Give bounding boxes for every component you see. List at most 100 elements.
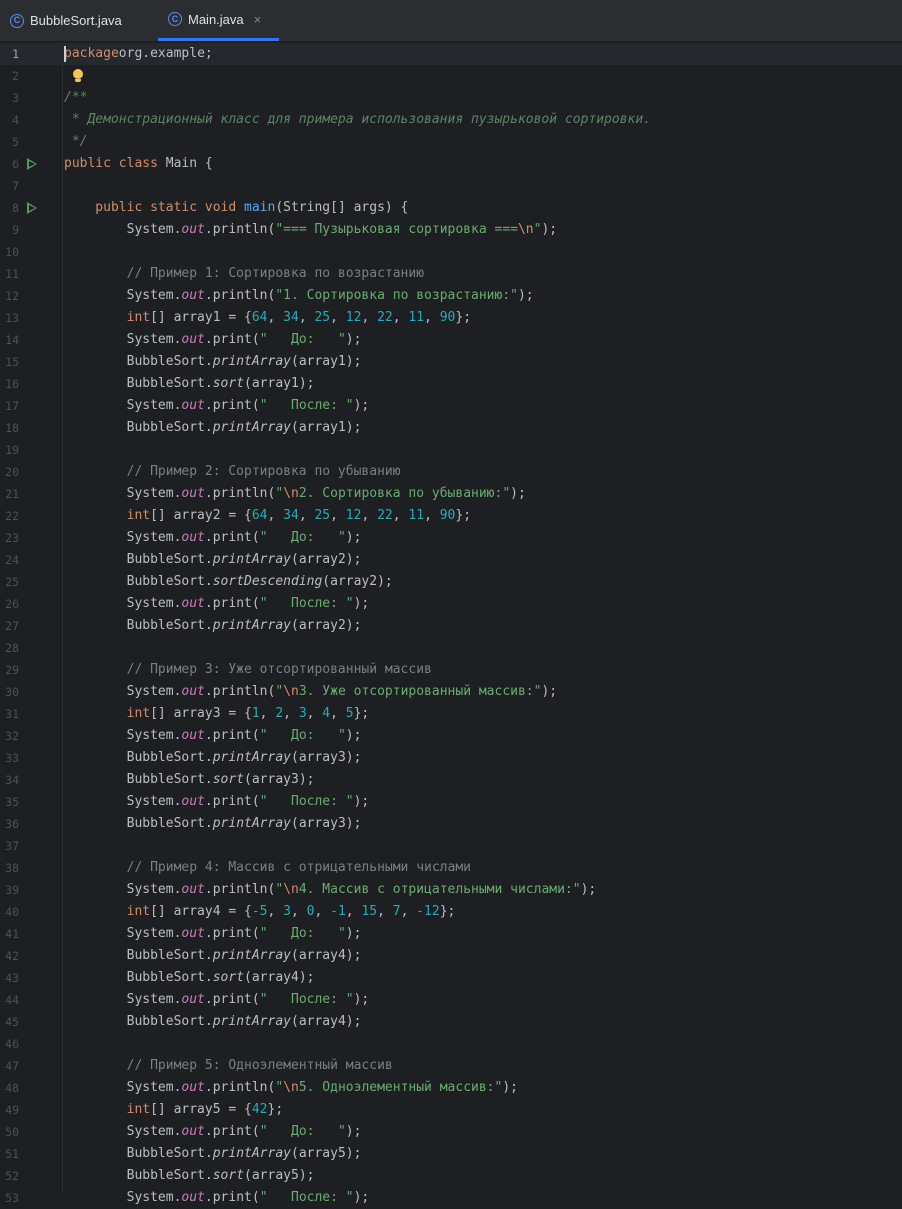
code-token: // Пример 2: Сортировка по убыванию	[64, 464, 401, 479]
code-line[interactable]: 12 System.out.println("1. Сортировка по …	[0, 285, 902, 307]
code-line[interactable]: 35 System.out.print(" После: ");	[0, 791, 902, 813]
code-line[interactable]: 15 BubbleSort.printArray(array1);	[0, 351, 902, 373]
line-number: 34	[5, 773, 19, 787]
code-line[interactable]: 1 packageorg.example;	[0, 43, 902, 65]
code-token: ,	[283, 706, 299, 721]
code-line[interactable]: 5 */	[0, 131, 902, 153]
code-token: .print(	[204, 332, 260, 347]
code-line[interactable]: 38 // Пример 4: Массив с отрицательными …	[0, 857, 902, 879]
code-text: BubbleSort.printArray(array1);	[64, 351, 362, 373]
line-number: 28	[5, 641, 19, 655]
code-token: .print(	[204, 992, 260, 1007]
code-line[interactable]: 23 System.out.print(" До: ");	[0, 527, 902, 549]
code-text: BubbleSort.sort(array5);	[64, 1165, 315, 1187]
code-line[interactable]: 36 BubbleSort.printArray(array3);	[0, 813, 902, 835]
code-token: (String[] args) {	[275, 200, 409, 215]
code-line[interactable]: 46	[0, 1033, 902, 1055]
code-line[interactable]: 45 BubbleSort.printArray(array4);	[0, 1011, 902, 1033]
tab-main[interactable]: C Main.java ×	[158, 0, 279, 41]
line-number: 23	[5, 531, 19, 545]
code-line[interactable]: 27 BubbleSort.printArray(array2);	[0, 615, 902, 637]
code-token: public static void	[64, 200, 245, 215]
code-line[interactable]: 18 BubbleSort.printArray(array1);	[0, 417, 902, 439]
code-line[interactable]: 7	[0, 175, 902, 197]
code-token: .print(	[204, 530, 260, 545]
code-line[interactable]: 17 System.out.print(" После: ");	[0, 395, 902, 417]
code-line[interactable]: 42 BubbleSort.printArray(array4);	[0, 945, 902, 967]
code-line[interactable]: 49 int[] array5 = {42};	[0, 1099, 902, 1121]
code-line[interactable]: 28	[0, 637, 902, 659]
code-line[interactable]: 53 System.out.print(" После: ");	[0, 1187, 902, 1209]
code-token: public class	[64, 156, 166, 171]
code-token: .println(	[204, 1080, 276, 1095]
run-gutter-icon[interactable]	[27, 158, 37, 170]
tab-bubblesort[interactable]: C BubbleSort.java	[0, 0, 132, 41]
code-line[interactable]: 14 System.out.print(" До: ");	[0, 329, 902, 351]
code-line[interactable]: 51 BubbleSort.printArray(array5);	[0, 1143, 902, 1165]
code-token: 12	[345, 508, 362, 523]
code-token: int	[64, 706, 151, 721]
code-token: " После: "	[259, 596, 354, 611]
code-line[interactable]: 8 public static void main(String[] args)…	[0, 197, 902, 219]
intention-bulb-icon[interactable]	[72, 68, 86, 84]
code-line[interactable]: 24 BubbleSort.printArray(array2);	[0, 549, 902, 571]
code-text: System.out.print(" После: ");	[64, 791, 370, 813]
code-token: " До: "	[259, 728, 346, 743]
code-line[interactable]: 19	[0, 439, 902, 461]
tab-label: Main.java	[188, 11, 244, 27]
code-token: BubbleSort.	[64, 750, 213, 765]
code-line[interactable]: 32 System.out.print(" До: ");	[0, 725, 902, 747]
code-line[interactable]: 50 System.out.print(" До: ");	[0, 1121, 902, 1143]
code-line[interactable]: 37	[0, 835, 902, 857]
code-token: .print(	[204, 596, 260, 611]
code-token: System.	[64, 882, 182, 897]
code-token: org.example;	[118, 46, 213, 61]
code-line[interactable]: 3 /**	[0, 87, 902, 109]
code-line[interactable]: 43 BubbleSort.sort(array4);	[0, 967, 902, 989]
code-token: printArray	[212, 1014, 291, 1029]
code-line[interactable]: 39 System.out.println("\n4. Массив с отр…	[0, 879, 902, 901]
code-token: "	[275, 882, 284, 897]
code-editor[interactable]: 1 packageorg.example; 2 3/** 4 * Демонстраци…	[0, 42, 902, 1205]
code-text: BubbleSort.sort(array3);	[64, 769, 315, 791]
code-line[interactable]: 13 int[] array1 = {64, 34, 25, 12, 22, 1…	[0, 307, 902, 329]
code-line[interactable]: 25 BubbleSort.sortDescending(array2);	[0, 571, 902, 593]
code-token: 2	[275, 706, 284, 721]
code-text: System.out.print(" После: ");	[64, 989, 370, 1011]
code-line[interactable]: 40 int[] array4 = {-5, 3, 0, -1, 15, 7, …	[0, 901, 902, 923]
code-line[interactable]: 44 System.out.print(" После: ");	[0, 989, 902, 1011]
code-line[interactable]: 10	[0, 241, 902, 263]
code-line[interactable]: 6 public class Main {	[0, 153, 902, 175]
code-line[interactable]: 33 BubbleSort.printArray(array3);	[0, 747, 902, 769]
close-tab-icon[interactable]: ×	[254, 12, 262, 27]
code-line[interactable]: 34 BubbleSort.sort(array3);	[0, 769, 902, 791]
code-line[interactable]: 2	[0, 65, 902, 87]
code-token: );	[345, 926, 362, 941]
code-line[interactable]: 41 System.out.print(" До: ");	[0, 923, 902, 945]
code-token: (array1);	[244, 376, 315, 391]
code-line[interactable]: 48 System.out.println("\n5. Одноэлементн…	[0, 1077, 902, 1099]
code-text: BubbleSort.printArray(array3);	[64, 813, 362, 835]
code-line[interactable]: 11 // Пример 1: Сортировка по возрастани…	[0, 263, 902, 285]
code-line[interactable]: 31 int[] array3 = {1, 2, 3, 4, 5};	[0, 703, 902, 725]
code-token: ,	[424, 310, 440, 325]
code-token: );	[345, 1124, 362, 1139]
run-gutter-icon[interactable]	[27, 202, 37, 214]
code-line[interactable]: 22 int[] array2 = {64, 34, 25, 12, 22, 1…	[0, 505, 902, 527]
code-token: .print(	[204, 794, 260, 809]
code-text: System.out.println("=== Пузырьковая сорт…	[64, 219, 558, 241]
code-text: System.out.print(" После: ");	[64, 395, 370, 417]
code-line[interactable]: 26 System.out.print(" После: ");	[0, 593, 902, 615]
code-token: printArray	[212, 354, 291, 369]
code-line[interactable]: 29 // Пример 3: Уже отсортированный масс…	[0, 659, 902, 681]
code-line[interactable]: 30 System.out.println("\n3. Уже отсортир…	[0, 681, 902, 703]
line-number: 18	[5, 421, 19, 435]
code-line[interactable]: 47 // Пример 5: Одноэлементный массив	[0, 1055, 902, 1077]
code-line[interactable]: 4 * Демонстрационный класс для примера и…	[0, 109, 902, 131]
code-line[interactable]: 9 System.out.println("=== Пузырьковая со…	[0, 219, 902, 241]
code-line[interactable]: 21 System.out.println("\n2. Сортировка п…	[0, 483, 902, 505]
code-line[interactable]: 20 // Пример 2: Сортировка по убыванию	[0, 461, 902, 483]
code-token: };	[455, 508, 472, 523]
code-line[interactable]: 16 BubbleSort.sort(array1);	[0, 373, 902, 395]
code-line[interactable]: 52 BubbleSort.sort(array5);	[0, 1165, 902, 1187]
